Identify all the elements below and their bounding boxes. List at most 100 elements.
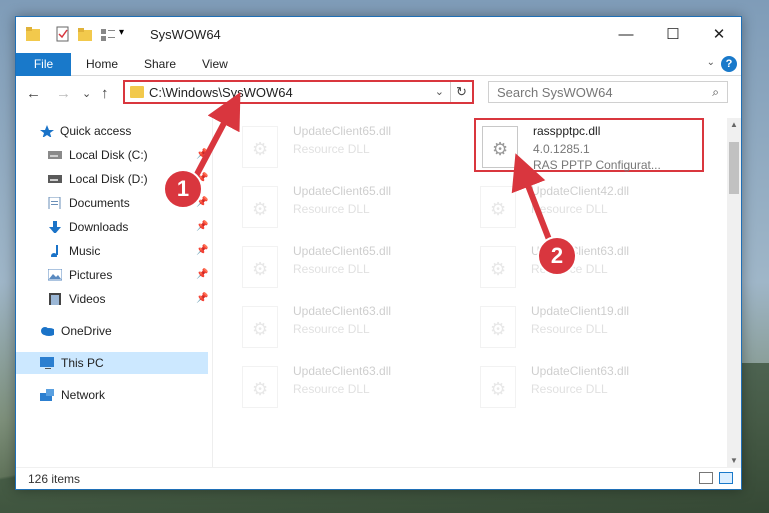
item-count: 126 items bbox=[28, 472, 81, 486]
pin-icon: 📌 bbox=[196, 245, 209, 256]
gear-icon: ⚙ bbox=[252, 139, 269, 159]
ribbon-collapse-chevron-icon[interactable]: ⌄ bbox=[707, 57, 715, 68]
file-name: UpdateClient65.dll bbox=[293, 184, 392, 198]
file-explorer-window: ▾ SysWOW64 — ☐ ✕ File Home Share View ⌄ … bbox=[15, 16, 742, 490]
sidebar-item-music[interactable]: Music 📌 bbox=[16, 240, 208, 262]
gear-icon: ⚙ bbox=[252, 319, 269, 339]
sidebar-item-label: Documents bbox=[69, 196, 130, 210]
network-icon bbox=[40, 389, 54, 401]
file-name: UpdateClient63.dll bbox=[293, 304, 392, 318]
file-type: Resource DLL bbox=[531, 382, 608, 396]
file-item[interactable]: ⚙ UpdateClient65.dll Resource DLL bbox=[236, 120, 466, 174]
sidebar-item-label: Downloads bbox=[69, 220, 129, 234]
sidebar-item-pictures[interactable]: Pictures 📌 bbox=[16, 264, 208, 286]
file-item[interactable]: ⚙ UpdateClient63.dll Resource DLL bbox=[474, 240, 704, 294]
sidebar-item-label: Music bbox=[69, 244, 101, 258]
dll-file-icon: ⚙ bbox=[242, 306, 278, 348]
quick-access-toolbar-dropdown[interactable]: ▾ bbox=[119, 27, 124, 45]
gear-icon: ⚙ bbox=[490, 319, 507, 339]
tab-view[interactable]: View bbox=[202, 53, 228, 76]
file-name: rasspptpc.dll bbox=[533, 124, 601, 138]
file-name: UpdateClient63.dll bbox=[293, 364, 392, 378]
search-input[interactable]: Search SysWOW64 ⌕ bbox=[488, 81, 728, 103]
scroll-thumb[interactable] bbox=[729, 142, 739, 194]
sidebar-item-label: Pictures bbox=[69, 268, 113, 282]
ribbon-tabs: File Home Share View ⌄ ? bbox=[16, 53, 741, 76]
sidebar-item-label: Local Disk (C:) bbox=[69, 148, 148, 162]
gear-icon: ⚙ bbox=[252, 199, 269, 219]
file-item-rasspptpc[interactable]: ⚙ rasspptpc.dll 4.0.1285.1 RAS PPTP Conf… bbox=[474, 118, 704, 172]
close-button[interactable]: ✕ bbox=[696, 17, 742, 53]
tab-home[interactable]: Home bbox=[86, 53, 118, 76]
sidebar-item-network[interactable]: Network bbox=[16, 384, 208, 406]
folder-icon bbox=[26, 27, 40, 41]
drive-icon bbox=[48, 175, 62, 183]
pin-icon: 📌 bbox=[196, 149, 209, 160]
address-bar[interactable]: C:\Windows\SysWOW64 ⌄ ↻ bbox=[123, 80, 474, 104]
vertical-scrollbar[interactable]: ▲ ▼ bbox=[727, 118, 741, 468]
scroll-down-icon[interactable]: ▼ bbox=[727, 454, 741, 468]
sidebar-item-downloads[interactable]: Downloads 📌 bbox=[16, 216, 208, 238]
file-type: Resource DLL bbox=[293, 262, 370, 276]
file-type: Resource DLL bbox=[293, 322, 370, 336]
star-icon bbox=[40, 125, 54, 137]
sidebar-item-label: Network bbox=[61, 388, 106, 402]
sidebar-item-label: This PC bbox=[61, 356, 104, 370]
download-icon bbox=[49, 221, 61, 233]
sidebar-item-onedrive[interactable]: OneDrive bbox=[16, 320, 208, 342]
status-bar: 126 items bbox=[16, 467, 741, 489]
folder-icon bbox=[130, 86, 144, 98]
file-item[interactable]: ⚙ UpdateClient65.dll Resource DLL bbox=[236, 180, 466, 234]
details-view-icon[interactable] bbox=[699, 472, 713, 484]
gear-icon: ⚙ bbox=[492, 139, 509, 159]
scroll-up-icon[interactable]: ▲ bbox=[727, 118, 741, 132]
properties-icon[interactable] bbox=[56, 26, 70, 44]
up-button[interactable]: ↑ bbox=[101, 85, 109, 102]
new-folder-icon[interactable] bbox=[78, 26, 92, 44]
file-item[interactable]: ⚙ UpdateClient19.dll Resource DLL bbox=[474, 300, 704, 354]
callout-step-2: 2 bbox=[537, 236, 577, 276]
navigation-bar: ← → ⌄ ↑ C:\Windows\SysWOW64 ⌄ ↻ Search S… bbox=[16, 77, 741, 109]
file-item[interactable]: ⚙ UpdateClient42.dll Resource DLL bbox=[474, 180, 704, 234]
dll-file-icon: ⚙ bbox=[480, 306, 516, 348]
dll-file-icon: ⚙ bbox=[242, 126, 278, 168]
address-path[interactable]: C:\Windows\SysWOW64 bbox=[149, 85, 293, 100]
file-name: UpdateClient65.dll bbox=[293, 244, 392, 258]
pane-divider[interactable] bbox=[212, 118, 213, 468]
gear-icon: ⚙ bbox=[490, 259, 507, 279]
file-description: RAS PPTP Configurat... bbox=[533, 158, 661, 172]
title-bar: ▾ SysWOW64 — ☐ ✕ bbox=[16, 17, 741, 53]
sidebar-item-label: Local Disk (D:) bbox=[69, 172, 148, 186]
window-title: SysWOW64 bbox=[150, 27, 221, 42]
minimize-button[interactable]: — bbox=[603, 17, 649, 53]
search-icon[interactable]: ⌕ bbox=[712, 85, 719, 100]
file-item[interactable]: ⚙ UpdateClient63.dll Resource DLL bbox=[236, 300, 466, 354]
maximize-button[interactable]: ☐ bbox=[650, 17, 696, 53]
tab-file[interactable]: File bbox=[16, 53, 71, 76]
refresh-button[interactable]: ↻ bbox=[450, 82, 472, 102]
pin-icon: 📌 bbox=[196, 293, 209, 304]
gear-icon: ⚙ bbox=[252, 379, 269, 399]
sidebar-item-label: Videos bbox=[69, 292, 106, 306]
back-button[interactable]: ← bbox=[26, 85, 41, 102]
customize-toolbar-icon[interactable] bbox=[100, 26, 116, 44]
computer-icon bbox=[40, 357, 54, 369]
sidebar-item-local-disk-c[interactable]: Local Disk (C:) 📌 bbox=[16, 144, 208, 166]
sidebar-item-label: Quick access bbox=[60, 124, 132, 138]
dll-file-icon: ⚙ bbox=[480, 246, 516, 288]
sidebar-item-quick-access[interactable]: Quick access bbox=[16, 120, 208, 142]
sidebar-item-videos[interactable]: Videos 📌 bbox=[16, 288, 208, 310]
dll-file-icon: ⚙ bbox=[242, 186, 278, 228]
recent-locations-button[interactable]: ⌄ bbox=[82, 87, 91, 100]
file-type: Resource DLL bbox=[531, 202, 608, 216]
sidebar-item-this-pc[interactable]: This PC bbox=[16, 352, 208, 374]
tiles-view-icon[interactable] bbox=[719, 472, 733, 484]
file-item[interactable]: ⚙ UpdateClient63.dll Resource DLL bbox=[474, 360, 704, 414]
tab-share[interactable]: Share bbox=[144, 53, 176, 76]
file-item[interactable]: ⚙ UpdateClient65.dll Resource DLL bbox=[236, 240, 466, 294]
sidebar-item-label: OneDrive bbox=[61, 324, 112, 338]
forward-button[interactable]: → bbox=[56, 85, 71, 102]
file-item[interactable]: ⚙ UpdateClient63.dll Resource DLL bbox=[236, 360, 466, 414]
address-dropdown-icon[interactable]: ⌄ bbox=[435, 85, 444, 98]
help-button[interactable]: ? bbox=[721, 56, 737, 72]
